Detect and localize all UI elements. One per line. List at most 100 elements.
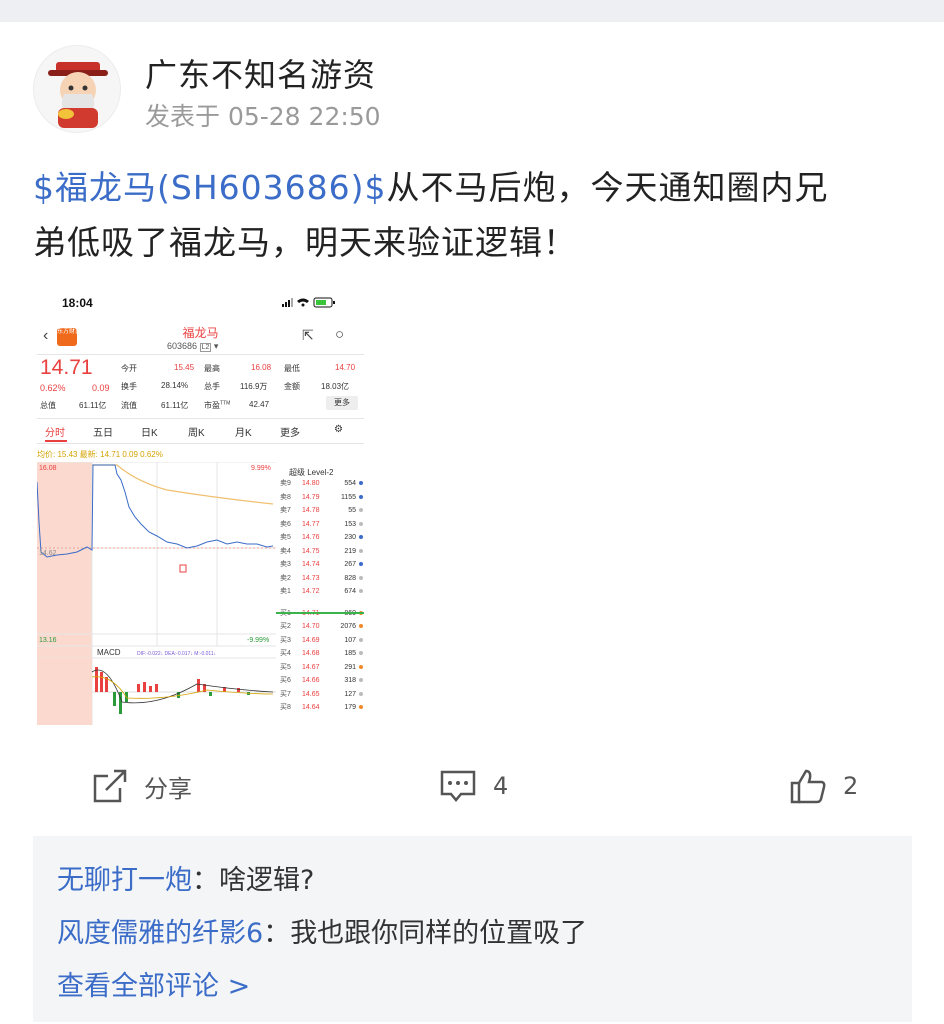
order-dot-icon — [359, 705, 363, 709]
order-book-row: 卖7 14.78 55 — [276, 504, 364, 518]
order-price: 14.80 — [302, 480, 320, 487]
order-book-row: 卖6 14.77 153 — [276, 518, 364, 532]
intraday-chart: 16.08 14.62 13.16 9.99% -9.99% MACD DIF:… — [37, 462, 276, 725]
tab-daily-k: 日K — [141, 428, 158, 439]
order-dot-icon — [359, 678, 363, 682]
order-dot-icon — [359, 575, 363, 580]
author-name[interactable]: 广东不知名游资 — [145, 50, 376, 96]
stock-tag-link[interactable]: $福龙马(SH603686)$ — [33, 168, 386, 207]
tab-monthly-k: 月K — [235, 428, 252, 439]
order-volume: 127 — [344, 690, 356, 698]
order-level-label: 卖8 — [280, 493, 291, 501]
float-label: 流值 — [121, 401, 137, 410]
order-book-row: 买4 14.68 185 — [276, 647, 364, 661]
order-book-row: 买2 14.70 2076 — [276, 620, 364, 634]
caishen-avatar-icon — [48, 62, 108, 128]
signal-wifi-battery-icon — [282, 297, 335, 308]
order-dot-icon — [359, 548, 363, 553]
comment-separator: ： — [263, 918, 291, 949]
order-price: 14.70 — [302, 623, 320, 630]
order-volume: 318 — [344, 677, 356, 684]
share-button[interactable]: 分享 — [92, 766, 192, 806]
order-level-label: 卖1 — [280, 588, 291, 595]
order-price: 14.79 — [302, 493, 320, 501]
order-price: 14.67 — [302, 663, 320, 671]
order-level-label: 买4 — [280, 650, 291, 657]
order-price: 14.65 — [302, 690, 320, 698]
divider — [37, 443, 364, 444]
mktcap-label: 总值 — [40, 401, 56, 410]
mktcap-value: 61.11亿 — [79, 401, 107, 410]
view-all-comments-link[interactable]: 查看全部评论 > — [57, 964, 250, 1003]
order-dot-icon — [359, 624, 363, 628]
tab-intraday: 分时 — [45, 428, 65, 439]
post-image-stock-screenshot[interactable]: 18:04 ‹ 东方财富 福龙马 603686 L2 ▾ ⇱ ○ 14.71 0… — [37, 290, 364, 725]
search-icon: ○ — [335, 326, 345, 343]
chart-mid-label: 14.62 — [39, 550, 57, 557]
amount-value: 18.03亿 — [321, 382, 350, 391]
order-price: 14.78 — [302, 507, 320, 514]
order-book-row: 卖8 14.79 1155 — [276, 491, 364, 505]
order-dot-icon — [359, 521, 363, 526]
order-volume: 1155 — [340, 493, 356, 501]
macd-values: DIF:-0.022↓ DEA:-0.017↓ M:-0.011↓ — [137, 651, 216, 657]
comment-separator: ： — [192, 865, 219, 896]
share-icon — [93, 769, 127, 803]
chart-top-label: 16.08 — [39, 465, 57, 472]
order-volume: 674 — [344, 588, 356, 595]
float-value: 61.11亿 — [161, 401, 189, 410]
comment-icon — [440, 770, 476, 802]
order-level-label: 卖5 — [280, 534, 291, 541]
post-body: $福龙马(SH603686)$从不马后炮，今天通知圈内兄 弟低吸了福龙马，明天来验… — [33, 160, 913, 270]
share-label: 分享 — [144, 774, 192, 803]
order-volume: 153 — [344, 520, 356, 528]
order-book-divider — [276, 612, 364, 614]
order-book-row: 买6 14.66 318 — [276, 674, 364, 688]
change-percent: 0.62% — [40, 383, 66, 393]
share-out-icon: ⇱ — [302, 327, 314, 343]
order-price: 14.69 — [302, 636, 320, 644]
order-volume: 179 — [344, 704, 356, 711]
chart-bottom-label: 13.16 — [39, 637, 57, 644]
comment-user[interactable]: 风度儒雅的纤影6 — [57, 918, 263, 949]
high-label: 最高 — [204, 364, 220, 373]
tab-weekly-k: 周K — [188, 428, 205, 439]
order-dot-icon — [359, 535, 363, 539]
comment-item: 风度儒雅的纤影6：我也跟你同样的位置吸了 — [57, 911, 587, 950]
order-volume: 185 — [344, 650, 356, 657]
open-value: 15.45 — [174, 363, 195, 372]
order-price: 14.66 — [302, 677, 320, 684]
order-dot-icon — [359, 664, 363, 669]
order-price: 14.72 — [302, 588, 320, 595]
pe-label: 市盈TTM — [204, 400, 231, 410]
order-level-label: 卖4 — [280, 547, 291, 555]
comments-panel: 无聊打一炮：啥逻辑? 风度儒雅的纤影6：我也跟你同样的位置吸了 查看全部评论 > — [33, 836, 912, 1022]
current-price: 14.71 — [40, 356, 93, 379]
order-level-label: 买5 — [280, 663, 291, 671]
order-book-row: 卖3 14.74 267 — [276, 558, 364, 572]
order-volume: 554 — [344, 480, 356, 487]
order-book-row: 卖2 14.73 828 — [276, 572, 364, 586]
order-book-row: 买5 14.67 291 — [276, 661, 364, 675]
order-price: 14.77 — [302, 520, 320, 528]
comment-item: 无聊打一炮：啥逻辑? — [57, 858, 314, 897]
thumbs-up-icon — [790, 769, 826, 804]
comment-count: 4 — [493, 772, 509, 800]
order-level-label: 买2 — [280, 623, 291, 630]
order-level-label: 卖9 — [280, 480, 291, 487]
author-avatar[interactable] — [33, 45, 121, 133]
like-button[interactable]: 2 — [789, 766, 858, 806]
order-dot-icon — [359, 494, 363, 499]
order-level-label: 买6 — [280, 677, 291, 684]
macd-label: MACD — [97, 648, 121, 657]
order-price: 14.75 — [302, 547, 320, 555]
comment-user[interactable]: 无聊打一炮 — [57, 865, 192, 896]
order-book-row: 买7 14.65 127 — [276, 688, 364, 702]
divider — [37, 418, 364, 419]
turnover-label: 换手 — [121, 382, 137, 391]
order-dot-icon — [359, 651, 363, 655]
order-book-row: 买3 14.69 107 — [276, 634, 364, 648]
comment-button[interactable]: 4 — [439, 766, 508, 806]
order-book-row: 卖4 14.75 219 — [276, 545, 364, 559]
comment-text: 我也跟你同样的位置吸了 — [290, 918, 588, 949]
